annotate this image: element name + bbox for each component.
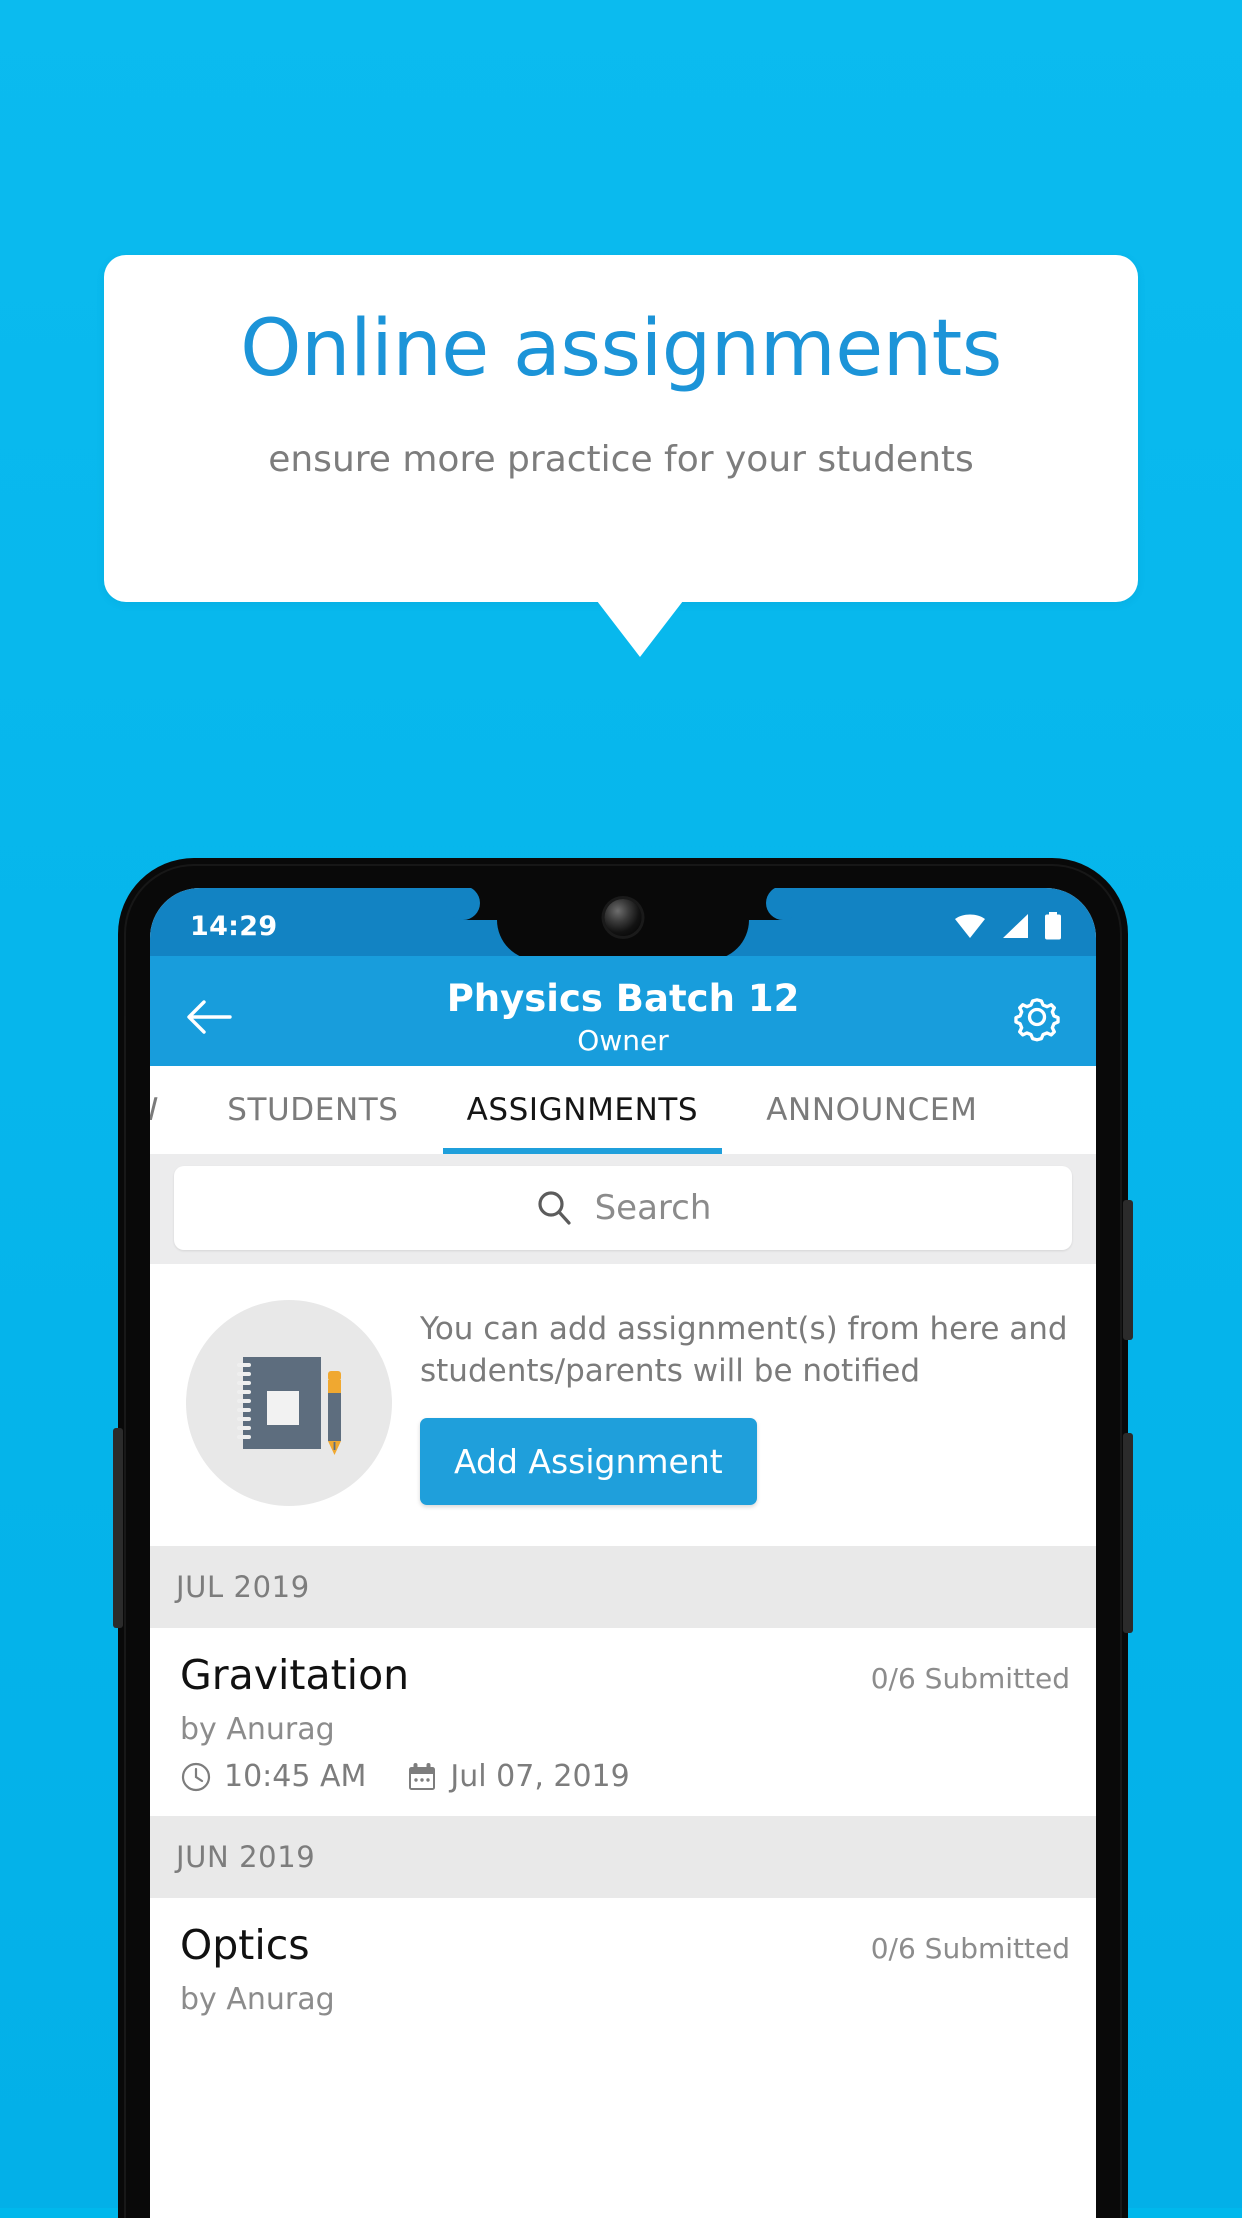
tab-announcements[interactable]: ANNOUNCEM [732,1066,1011,1154]
search-input[interactable]: Search [174,1166,1072,1250]
settings-button[interactable] [1008,988,1066,1046]
empty-state-illustration [186,1300,392,1506]
empty-state-text: You can add assignment(s) from here and … [420,1311,1068,1389]
page-subtitle: Owner [577,1024,669,1057]
assignment-header-row: Gravitation 0/6 Submitted [180,1650,1070,1700]
app-bar-titles: Physics Batch 12 Owner [238,976,1008,1060]
clock-icon [181,1762,211,1791]
tab-overview-label: IEW [150,1092,159,1128]
month-header-jul-label: JUL 2019 [176,1570,310,1604]
tab-announcements-label: ANNOUNCEM [766,1092,978,1128]
arrow-left-icon [187,1000,232,1034]
battery-icon [1045,912,1061,940]
phone-screen: 14:29 Physics Batch 12 Owner STUDENTS AS… [150,888,1096,2218]
empty-state-card: You can add assignment(s) from here and … [150,1264,1096,1546]
calendar-icon [409,1762,436,1790]
search-placeholder: Search [594,1188,712,1228]
notch-right-curve [749,888,800,920]
table-row[interactable]: Optics 0/6 Submitted by Anurag [150,1898,1096,2039]
status-bar-time: 14:29 [190,910,278,942]
tab-assignments-label: ASSIGNMENTS [466,1092,699,1128]
front-camera [604,899,642,936]
search-icon [537,1191,571,1225]
assignment-meta: 10:45 AM Jul 07, 2019 [180,1759,1070,1794]
promo-title: Online assignments [240,304,1002,394]
assignment-author: by Anurag [180,1982,335,2017]
add-assignment-button[interactable]: Add Assignment [420,1418,757,1505]
tab-students-label: STUDENTS [227,1092,399,1128]
status-bar: 14:29 [150,888,1096,960]
tab-bar: IEW STUDENTS ASSIGNMENTS ANNOUNCEM [150,1066,1096,1154]
phone-notch [446,888,800,960]
month-header-jul: JUL 2019 [150,1546,1096,1628]
promo-card-tail [597,601,683,657]
phone-mockup: 14:29 Physics Batch 12 Owner STUDENTS AS… [113,858,1133,2218]
assignment-author: by Anurag [180,1712,335,1747]
gear-icon [1014,998,1060,1042]
search-band: Search [150,1154,1096,1264]
assignment-title: Optics [180,1921,310,1969]
tab-students[interactable]: STUDENTS [193,1066,432,1154]
assignment-header-row: Optics 0/6 Submitted [180,1920,1070,1970]
signal-icon [1003,914,1028,938]
assignment-title: Gravitation [180,1651,410,1699]
empty-state-content: You can add assignment(s) from here and … [420,1300,1070,1505]
left-side-button[interactable] [113,1428,123,1628]
assignment-time: 10:45 AM [224,1759,367,1794]
notch-left-curve [446,888,497,920]
app-bar: Physics Batch 12 Owner [150,956,1096,1066]
tab-assignments[interactable]: ASSIGNMENTS [433,1066,733,1154]
notebook-and-pen-icon [237,1357,341,1455]
wifi-icon [955,914,985,938]
status-bar-icons [954,912,1062,940]
table-row[interactable]: Gravitation 0/6 Submitted by Anurag 10:4… [150,1628,1096,1816]
power-button[interactable] [1123,1433,1133,1633]
assignment-submitted-count: 0/6 Submitted [870,1662,1070,1695]
volume-button[interactable] [1123,1200,1133,1340]
page-title: Physics Batch 12 [446,977,800,1020]
assignment-submitted-count: 0/6 Submitted [870,1932,1070,1965]
back-button[interactable] [180,988,238,1046]
promo-card: Online assignments ensure more practice … [104,255,1138,602]
tab-overview[interactable]: IEW [150,1066,193,1154]
month-header-jun-label: JUN 2019 [176,1840,316,1874]
month-header-jun: JUN 2019 [150,1816,1096,1898]
assignment-date: Jul 07, 2019 [450,1759,630,1794]
promo-subtitle: ensure more practice for your students [268,439,974,480]
